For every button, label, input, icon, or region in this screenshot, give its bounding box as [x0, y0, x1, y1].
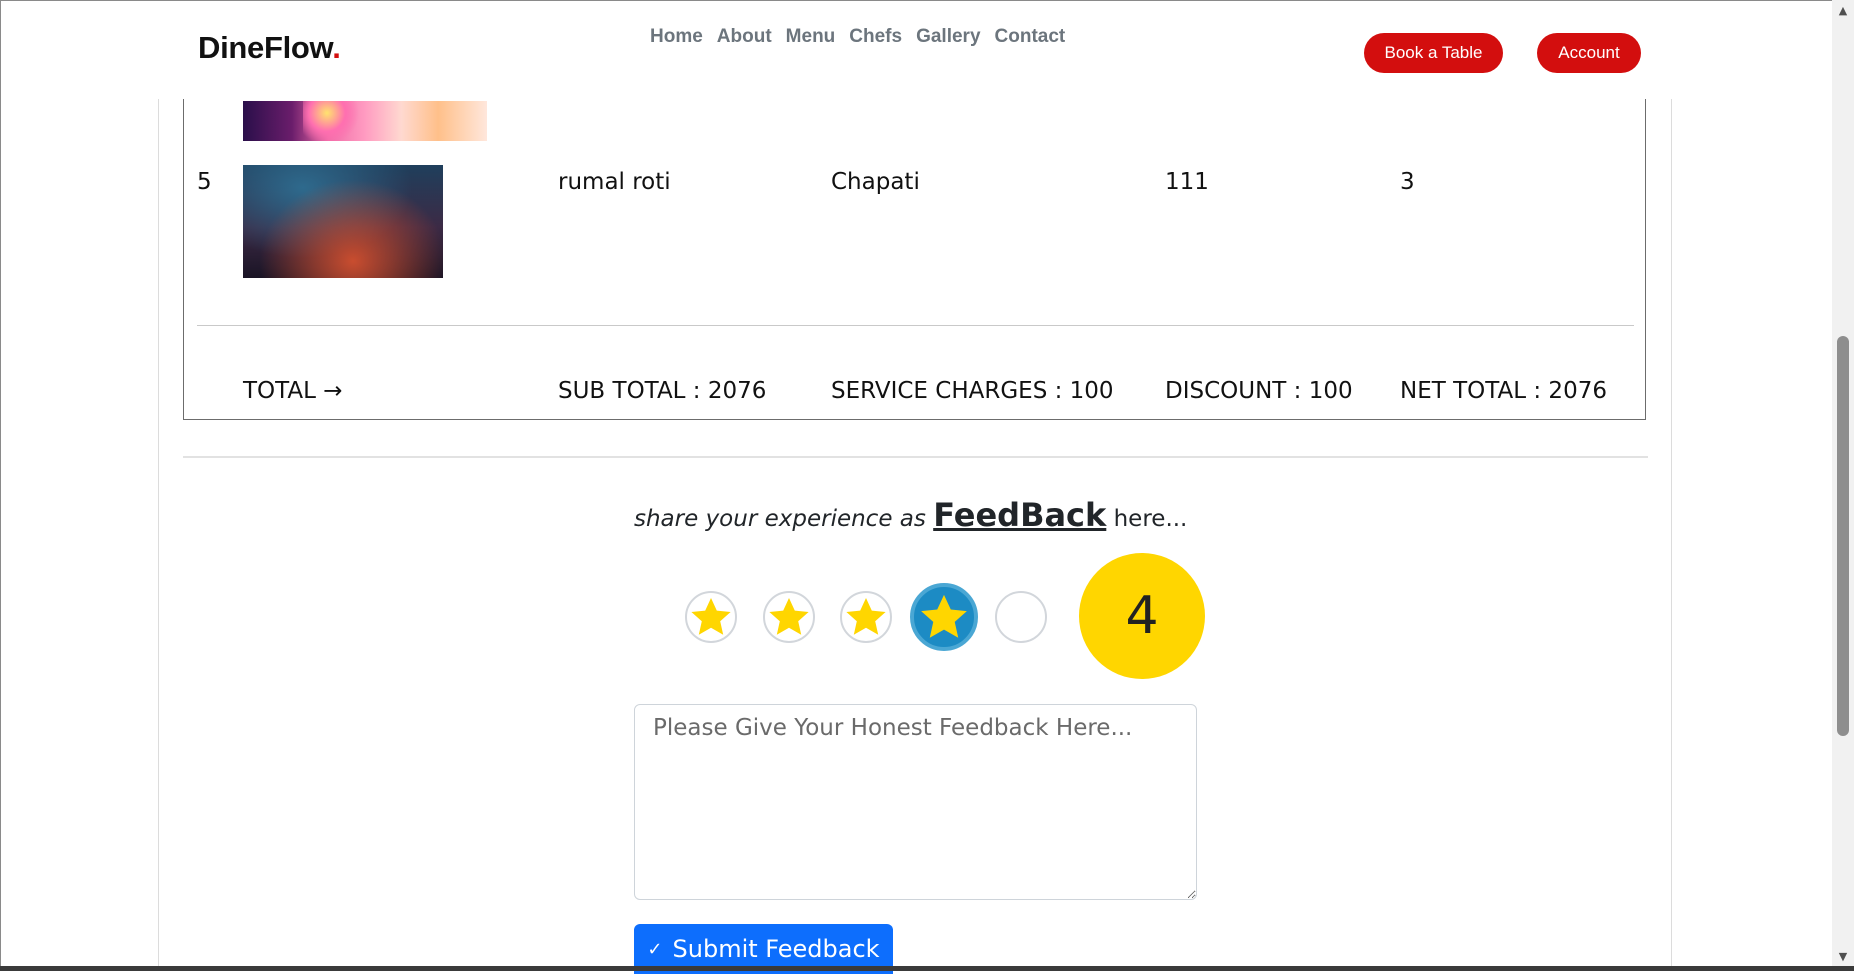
nav-link-home[interactable]: Home	[649, 23, 710, 51]
row-index: 5	[197, 169, 212, 195]
feedback-heading-suffix: here...	[1113, 506, 1188, 532]
check-icon: ✓	[647, 938, 663, 960]
previous-item-image	[243, 101, 487, 141]
feedback-heading: share your experience as FeedBack here..…	[634, 496, 1187, 534]
service-charges: SERVICE CHARGES : 100	[831, 378, 1114, 404]
nav-link-gallery[interactable]: Gallery	[909, 23, 987, 51]
item-name: rumal roti	[558, 169, 671, 195]
nav-links: Home About Menu Chefs Gallery Contact	[649, 23, 1072, 51]
total-label: TOTAL →	[243, 378, 343, 404]
vertical-scrollbar[interactable]: ▲ ▼	[1832, 0, 1854, 966]
rating-star-5[interactable]	[995, 591, 1047, 643]
sub-total: SUB TOTAL : 2076	[558, 378, 767, 404]
star-icon	[691, 598, 731, 635]
navbar: DineFlow. Home About Menu Chefs Gallery …	[1, 1, 1832, 99]
scrollbar-thumb[interactable]	[1837, 336, 1849, 736]
rating-star-2[interactable]	[763, 591, 815, 643]
rating-score: 4	[1079, 553, 1205, 679]
nav-link-menu[interactable]: Menu	[779, 23, 843, 51]
window-bottom-border	[0, 966, 1854, 971]
window-left-border	[0, 0, 1, 971]
net-total: NET TOTAL : 2076	[1400, 378, 1607, 404]
item-image	[243, 165, 443, 278]
brand-dot: .	[332, 30, 341, 65]
nav-link-chefs[interactable]: Chefs	[842, 23, 909, 51]
discount: DISCOUNT : 100	[1165, 378, 1353, 404]
row-divider	[197, 325, 1634, 326]
item-quantity: 3	[1400, 169, 1415, 195]
submit-feedback-label: Submit Feedback	[672, 935, 880, 963]
book-table-button[interactable]: Book a Table	[1364, 33, 1503, 73]
container-left-border	[158, 99, 159, 967]
rating-star-1[interactable]	[685, 591, 737, 643]
feedback-heading-prefix: share your experience as	[634, 506, 926, 532]
nav-link-about[interactable]: About	[710, 23, 779, 51]
brand-name: DineFlow	[198, 30, 333, 65]
feedback-heading-emphasis: FeedBack	[933, 496, 1107, 534]
brand-logo[interactable]: DineFlow.	[198, 30, 341, 66]
scroll-up-arrow-icon[interactable]: ▲	[1832, 0, 1854, 20]
nav-link-contact[interactable]: Contact	[988, 23, 1073, 51]
section-divider	[183, 456, 1648, 458]
star-icon	[846, 598, 886, 635]
star-icon	[769, 598, 809, 635]
rating-star-3[interactable]	[840, 591, 892, 643]
item-price: 111	[1165, 169, 1209, 195]
account-button[interactable]: Account	[1537, 33, 1641, 73]
item-category: Chapati	[831, 169, 920, 195]
feedback-textarea[interactable]	[634, 704, 1197, 900]
container-right-border	[1671, 99, 1672, 967]
star-icon	[921, 594, 967, 638]
rating-star-4[interactable]	[910, 583, 978, 651]
scroll-down-arrow-icon[interactable]: ▼	[1832, 946, 1854, 966]
